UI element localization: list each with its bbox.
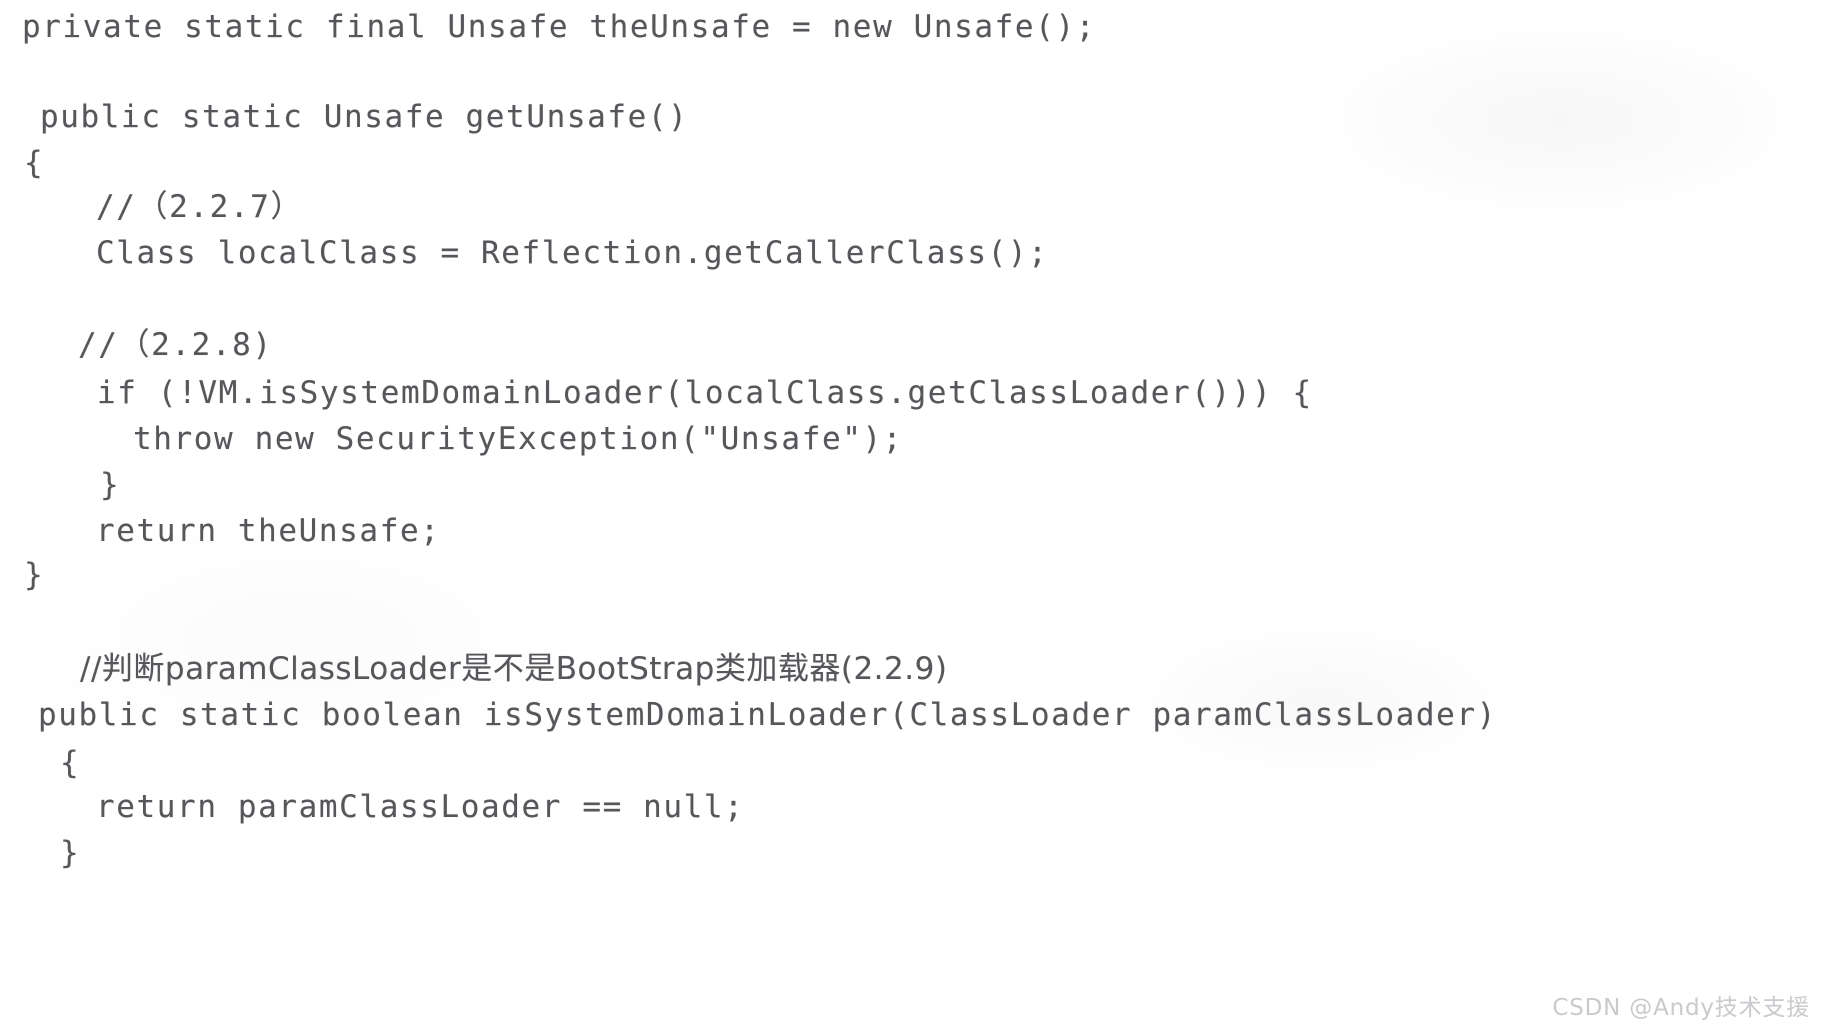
- code-line: throw new SecurityException("Unsafe");: [133, 421, 904, 457]
- code-line: return paramClassLoader == null;: [96, 789, 745, 825]
- code-line: {: [24, 145, 45, 181]
- csdn-watermark: CSDN @Andy技术支援: [1552, 995, 1810, 1021]
- code-line: }: [60, 835, 81, 871]
- code-line: if (!VM.isSystemDomainLoader(localClass.…: [97, 375, 1313, 411]
- code-line: //判断paramClassLoader是不是BootStrap类加载器(2.2…: [80, 651, 948, 687]
- code-line: {: [60, 745, 81, 781]
- code-line: public static Unsafe getUnsafe(): [40, 99, 689, 135]
- code-line: //（2.2.7）: [96, 189, 304, 225]
- code-line: //（2.2.8): [78, 327, 273, 363]
- code-line: private static final Unsafe theUnsafe = …: [22, 9, 1096, 45]
- code-listing: private static final Unsafe theUnsafe = …: [0, 0, 1836, 1036]
- code-line: }: [100, 467, 121, 503]
- code-line: return theUnsafe;: [96, 513, 441, 549]
- code-line: public static boolean isSystemDomainLoad…: [38, 697, 1497, 733]
- code-line: Class localClass = Reflection.getCallerC…: [96, 235, 1049, 271]
- code-line: }: [24, 557, 45, 593]
